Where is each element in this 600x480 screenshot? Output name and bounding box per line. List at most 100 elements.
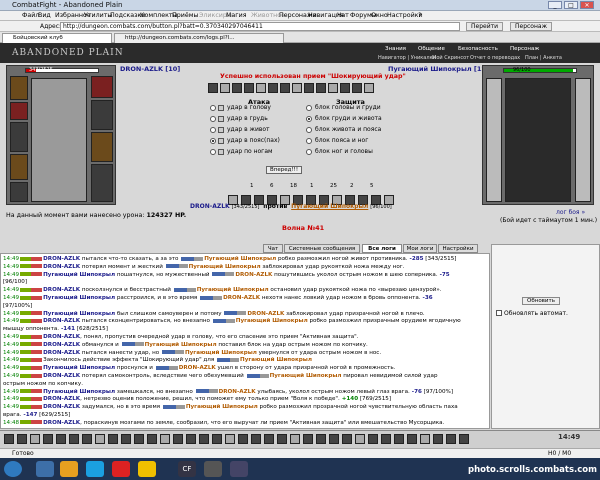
action-icon[interactable] — [244, 83, 254, 93]
amulet-slot[interactable] — [10, 102, 28, 120]
log-actor[interactable]: DRON-AZLK — [43, 373, 80, 379]
log-target[interactable]: Пугающий Шипокрыл — [185, 350, 257, 356]
toolbar-icon[interactable] — [264, 434, 274, 444]
toolbar-icon[interactable] — [394, 434, 404, 444]
nav-transfers[interactable]: Отчет о переводах — [470, 55, 520, 61]
log-actor[interactable]: DRON-AZLK — [43, 350, 80, 356]
log-actor[interactable]: Пугающий Шипокрыл — [43, 389, 115, 395]
log-actor[interactable]: DRON-AZLK — [43, 420, 80, 426]
log-tab-4[interactable]: Настройки — [438, 244, 478, 253]
taskbar-app-1[interactable] — [36, 461, 54, 477]
attack-radio-2[interactable] — [210, 127, 216, 133]
toolbar-icon[interactable] — [433, 434, 443, 444]
log-target[interactable]: Пугающий Шипокрыл — [189, 264, 261, 270]
log-target[interactable]: Пугающий Шипокрыл — [270, 373, 342, 379]
log-actor[interactable]: Пугающий Шипокрыл — [43, 365, 115, 371]
opera-icon[interactable] — [112, 461, 130, 477]
defense-radio-2[interactable] — [306, 127, 312, 133]
taskbar-app-2[interactable] — [60, 461, 78, 477]
toolbar-icon[interactable] — [420, 434, 430, 444]
toolbar-icon[interactable] — [329, 434, 339, 444]
toolbar-icon[interactable] — [381, 434, 391, 444]
action-icon[interactable] — [340, 83, 350, 93]
nav-plan[interactable]: План | Анкета — [525, 55, 562, 61]
nav-character[interactable]: Персонаж — [510, 46, 539, 52]
action-icon[interactable] — [304, 83, 314, 93]
close-button[interactable]: ✕ — [580, 1, 594, 9]
attack-slot-0[interactable] — [218, 105, 224, 111]
boots-slot[interactable] — [91, 164, 113, 202]
nav-navigator[interactable]: Навигатор | Уникалки — [378, 55, 436, 61]
log-target[interactable]: Пугающий Шипокрыл — [145, 342, 217, 348]
player-left-name[interactable]: DRON-AZLK [10] — [120, 65, 180, 73]
defense-radio-3[interactable] — [306, 138, 312, 144]
toolbar-icon[interactable] — [303, 434, 313, 444]
battle-log-link[interactable]: лог боя » — [556, 209, 585, 216]
versus-left[interactable]: DRON-AZLK — [190, 203, 230, 210]
action-icon[interactable] — [292, 83, 302, 93]
taskbar-app-8[interactable] — [230, 461, 248, 477]
log-target[interactable]: DRON-AZLK — [223, 295, 260, 301]
log-actor[interactable]: DRON-AZLK — [43, 334, 80, 340]
log-actor[interactable]: DRON-AZLK — [43, 318, 80, 324]
action-icon[interactable] — [364, 83, 374, 93]
start-icon[interactable] — [4, 461, 22, 477]
toolbar-icon[interactable] — [160, 434, 170, 444]
log-actor[interactable]: DRON-AZLK — [43, 264, 80, 270]
toolbar-icon[interactable] — [355, 434, 365, 444]
log-tab-3[interactable]: Мои логи — [403, 244, 437, 253]
menu-12[interactable]: Чат — [337, 12, 349, 19]
toolbar-icon[interactable] — [199, 434, 209, 444]
log-target[interactable]: Пугающий Шипокрыл — [204, 256, 276, 262]
toolbar-icon[interactable] — [95, 434, 105, 444]
log-target[interactable]: DRON-AZLK — [179, 365, 216, 371]
armor-slot[interactable] — [10, 154, 28, 180]
log-actor[interactable]: DRON-AZLK — [43, 404, 80, 410]
weapon-slot[interactable] — [10, 122, 28, 152]
toolbar-icon[interactable] — [17, 434, 27, 444]
persons-button[interactable]: Персонаж — [510, 22, 552, 31]
nav-screenshot[interactable]: Мой Скринсот — [432, 55, 469, 61]
menu-1[interactable]: Вид — [38, 12, 51, 19]
browser-tab-logs[interactable]: http://dungeon.combats.com/logs.pl?l... — [114, 33, 284, 43]
toolbar-icon[interactable] — [121, 434, 131, 444]
toolbar-icon[interactable] — [212, 434, 222, 444]
versus-right[interactable]: Пугающий Шипокрыл — [291, 203, 368, 210]
menu-0[interactable]: Файл — [22, 12, 39, 19]
ring-slot[interactable] — [91, 76, 113, 98]
toolbar-icon[interactable] — [186, 434, 196, 444]
toolbar-icon[interactable] — [56, 434, 66, 444]
action-icon[interactable] — [208, 83, 218, 93]
log-actor[interactable]: DRON-AZLK — [43, 342, 80, 348]
menu-6[interactable]: Приёмы — [172, 12, 198, 19]
log-target[interactable]: DRON-AZLK — [235, 272, 272, 278]
address-input[interactable]: http://dungeon.combats.com/button.pl?bat… — [60, 22, 460, 31]
toolbar-icon[interactable] — [4, 434, 14, 444]
toolbar-icon[interactable] — [238, 434, 248, 444]
log-actor[interactable]: Пугающий Шипокрыл — [43, 311, 115, 317]
toolbar-icon[interactable] — [251, 434, 261, 444]
auto-refresh-checkbox[interactable] — [496, 310, 502, 316]
attack-slot-1[interactable] — [218, 116, 224, 122]
toolbar-icon[interactable] — [342, 434, 352, 444]
log-actor[interactable]: DRON-AZLK — [43, 287, 80, 293]
log-tab-2[interactable]: Все логи — [362, 244, 402, 253]
attack-radio-3[interactable] — [210, 138, 216, 144]
nav-knowledge[interactable]: Знания — [385, 46, 406, 52]
action-icon[interactable] — [220, 83, 230, 93]
menu-14[interactable]: Окно — [371, 12, 388, 19]
log-actor[interactable]: DRON-AZLK — [43, 256, 80, 262]
toolbar-icon[interactable] — [368, 434, 378, 444]
attack-radio-0[interactable] — [210, 105, 216, 111]
toolbar-icon[interactable] — [43, 434, 53, 444]
attack-radio-1[interactable] — [210, 116, 216, 122]
toolbar-icon[interactable] — [69, 434, 79, 444]
minimize-button[interactable]: _ — [548, 1, 562, 9]
defense-radio-0[interactable] — [306, 105, 312, 111]
toolbar-icon[interactable] — [446, 434, 456, 444]
toolbar-icon[interactable] — [290, 434, 300, 444]
toolbar-icon[interactable] — [108, 434, 118, 444]
toolbar-icon[interactable] — [30, 434, 40, 444]
log-target[interactable]: Пугающий Шипокрыл — [197, 287, 269, 293]
action-icon[interactable] — [316, 83, 326, 93]
